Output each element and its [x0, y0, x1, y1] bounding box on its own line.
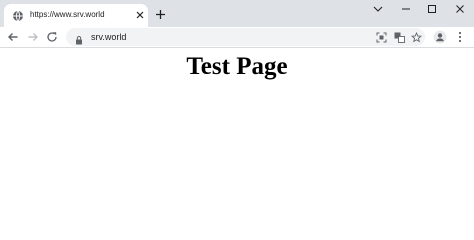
browser-window: https://www.srv.world srv.world Test Pag…	[0, 0, 474, 216]
reload-icon[interactable]	[44, 29, 60, 45]
arrow-left-icon[interactable]	[5, 29, 21, 45]
star-icon[interactable]	[409, 30, 423, 44]
profile-icon[interactable]	[432, 29, 448, 45]
minimize-icon[interactable]	[396, 2, 416, 16]
page-content: Test Page	[0, 48, 474, 216]
translate-icon[interactable]	[392, 30, 406, 44]
kebab-menu-icon[interactable]	[452, 29, 468, 45]
chevron-down-icon[interactable]	[368, 2, 388, 16]
address-bar[interactable]: srv.world	[66, 28, 425, 46]
url-text[interactable]: srv.world	[91, 30, 126, 44]
close-icon[interactable]	[450, 2, 470, 16]
tab-strip: https://www.srv.world	[0, 0, 474, 27]
lock-icon[interactable]	[74, 32, 84, 45]
tab-active[interactable]: https://www.srv.world	[4, 4, 148, 27]
plus-icon[interactable]	[153, 7, 167, 21]
tab-title: https://www.srv.world	[30, 10, 105, 19]
globe-icon	[12, 9, 24, 22]
maximize-icon[interactable]	[422, 2, 442, 16]
page-heading: Test Page	[186, 53, 288, 80]
close-icon[interactable]	[134, 9, 146, 21]
arrow-right-icon[interactable]	[25, 29, 41, 45]
toolbar: srv.world	[0, 27, 474, 48]
screen-capture-icon[interactable]	[374, 30, 388, 44]
